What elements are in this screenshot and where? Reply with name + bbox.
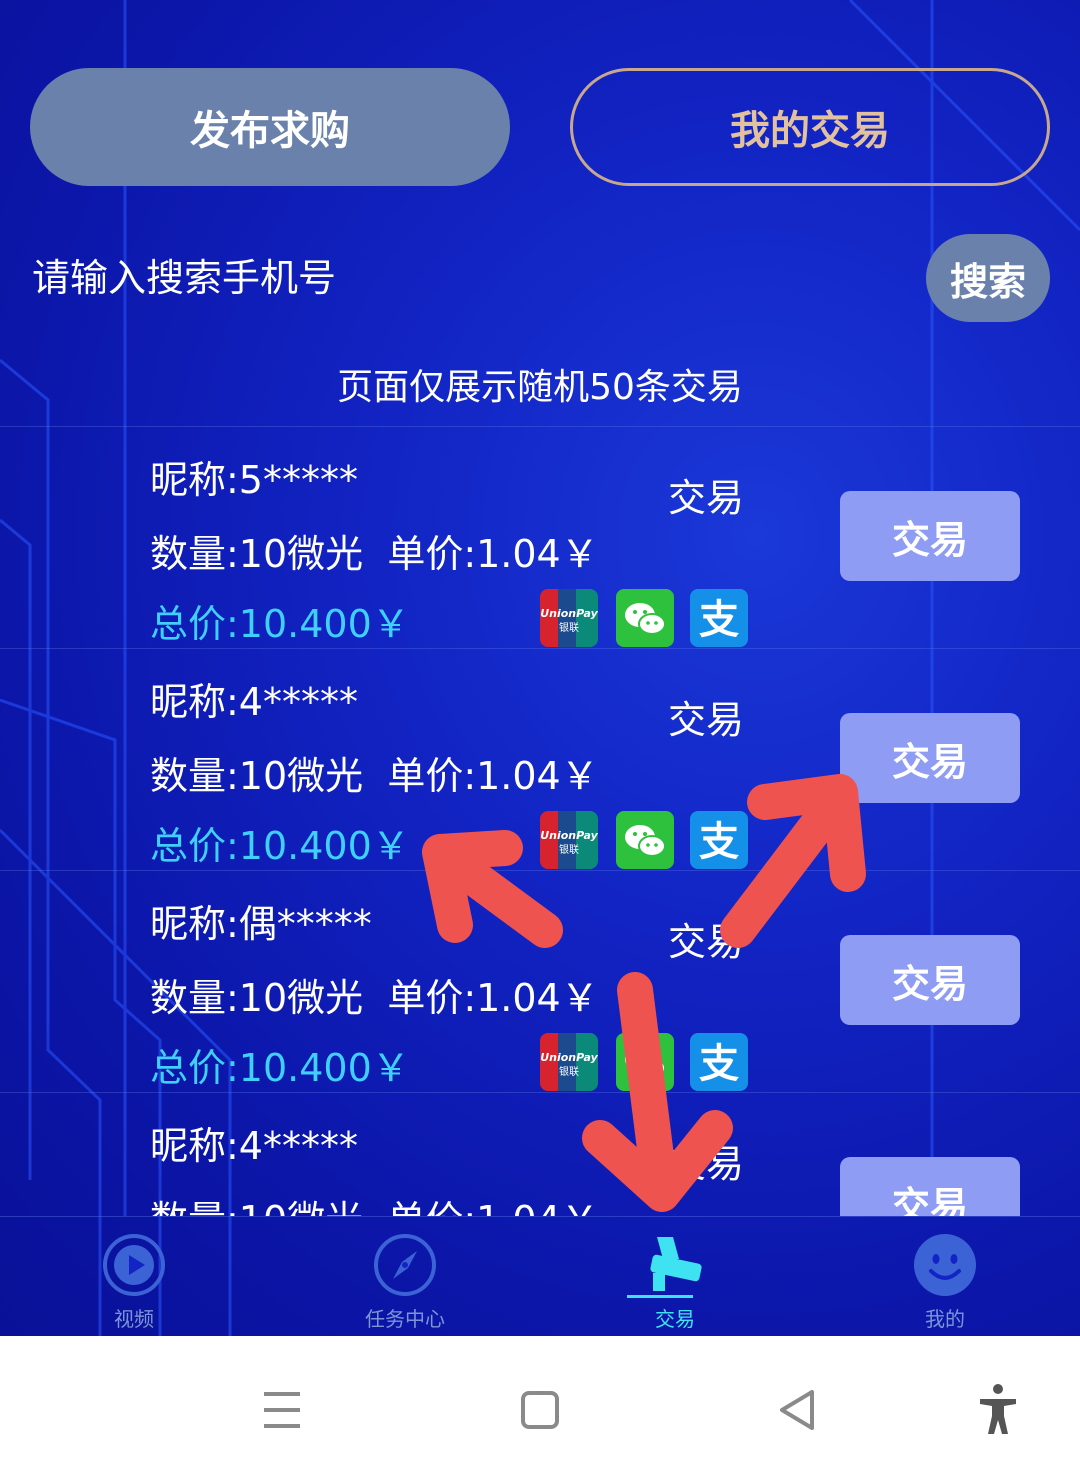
unionpay-icon: UnionPay 银联 — [540, 589, 598, 647]
quantity-price: 数量:10微光 单价:1.04￥ — [150, 532, 599, 576]
my-trades-button[interactable]: 我的交易 — [570, 68, 1050, 186]
unionpay-cn-text: 银联 — [559, 621, 579, 634]
tab-video[interactable]: 视频 — [44, 1217, 224, 1336]
app-screen: 发布求购 我的交易 搜索 页面仅展示随机50条交易 昵称:5***** 数量:1… — [0, 0, 1080, 1336]
back-triangle-icon[interactable] — [768, 1380, 828, 1440]
unionpay-text: UnionPay — [540, 607, 598, 620]
alipay-icon: 支 — [690, 589, 748, 647]
play-circle-icon — [103, 1234, 165, 1296]
total-price: 总价:10.400￥ — [150, 824, 410, 868]
unionpay-cn-text: 银联 — [559, 843, 579, 856]
bottom-tab-bar: 视频 任务中心 交易 我的 — [0, 1216, 1080, 1336]
trade-list-item: 昵称:4***** 数量:10微光 单价:1.04￥ 总价:10.400￥ 交易… — [0, 648, 1080, 870]
gavel-icon — [650, 1237, 702, 1291]
trade-button[interactable]: 交易 — [840, 713, 1020, 803]
phone-search-input[interactable] — [32, 232, 892, 324]
total-price: 总价:10.400￥ — [150, 1046, 410, 1090]
nickname: 昵称:4***** — [150, 680, 358, 724]
tab-label: 我的 — [925, 1307, 965, 1331]
tab-label: 视频 — [114, 1307, 154, 1331]
tab-trade[interactable]: 交易 — [585, 1217, 765, 1336]
wechat-pay-icon — [616, 811, 674, 869]
alipay-icon: 支 — [690, 1033, 748, 1091]
alipay-glyph: 支 — [699, 819, 739, 865]
trade-mode-label: 交易 — [668, 476, 745, 520]
quantity-price: 数量:10微光 单价:1.04￥ — [150, 754, 599, 798]
tab-mine[interactable]: 我的 — [855, 1217, 1035, 1336]
system-navigation-bar — [0, 1336, 1080, 1468]
smiley-icon — [914, 1234, 976, 1296]
tab-label: 交易 — [655, 1307, 695, 1331]
trade-button[interactable]: 交易 — [840, 935, 1020, 1025]
trade-mode-label: 交易 — [668, 698, 745, 742]
compass-icon — [374, 1234, 436, 1296]
active-tab-indicator — [627, 1295, 693, 1298]
publish-request-button[interactable]: 发布求购 — [30, 68, 510, 186]
nickname: 昵称:5***** — [150, 458, 358, 502]
unionpay-text: UnionPay — [540, 1051, 598, 1064]
tab-label: 任务中心 — [365, 1307, 445, 1331]
trade-mode-label: 交易 — [668, 920, 745, 964]
trade-list-item: 昵称:偶***** 数量:10微光 单价:1.04￥ 总价:10.400￥ 交易… — [0, 870, 1080, 1092]
search-button[interactable]: 搜索 — [926, 234, 1050, 322]
unionpay-cn-text: 银联 — [559, 1065, 579, 1078]
trade-list-item: 昵称:4***** 数量:10微光 单价:1.04￥ 交易 交易 — [0, 1092, 1080, 1216]
search-bar: 搜索 — [32, 232, 1050, 324]
wechat-pay-icon — [616, 589, 674, 647]
unionpay-icon: UnionPay 银联 — [540, 1033, 598, 1091]
unionpay-text: UnionPay — [540, 829, 598, 842]
accessibility-icon[interactable] — [968, 1380, 1028, 1440]
nickname: 昵称:偶***** — [150, 902, 372, 946]
trade-list[interactable]: 昵称:5***** 数量:10微光 单价:1.04￥ 总价:10.400￥ 交易… — [0, 426, 1080, 1216]
unionpay-icon: UnionPay 银联 — [540, 811, 598, 869]
wechat-pay-icon — [616, 1033, 674, 1091]
alipay-glyph: 支 — [699, 597, 739, 643]
home-square-icon[interactable] — [510, 1380, 570, 1440]
alipay-icon: 支 — [690, 811, 748, 869]
nickname: 昵称:4***** — [150, 1124, 358, 1168]
notice-text: 页面仅展示随机50条交易 — [337, 367, 743, 408]
trade-button[interactable]: 交易 — [840, 491, 1020, 581]
menu-icon[interactable] — [252, 1380, 312, 1440]
trade-list-item: 昵称:5***** 数量:10微光 单价:1.04￥ 总价:10.400￥ 交易… — [0, 426, 1080, 648]
total-price: 总价:10.400￥ — [150, 602, 410, 646]
quantity-price: 数量:10微光 单价:1.04￥ — [150, 976, 599, 1020]
trade-mode-label: 交易 — [668, 1142, 745, 1186]
quantity-price: 数量:10微光 单价:1.04￥ — [150, 1189, 599, 1216]
alipay-glyph: 支 — [699, 1041, 739, 1087]
tab-task-center[interactable]: 任务中心 — [315, 1217, 495, 1336]
trade-button[interactable]: 交易 — [840, 1157, 1020, 1216]
